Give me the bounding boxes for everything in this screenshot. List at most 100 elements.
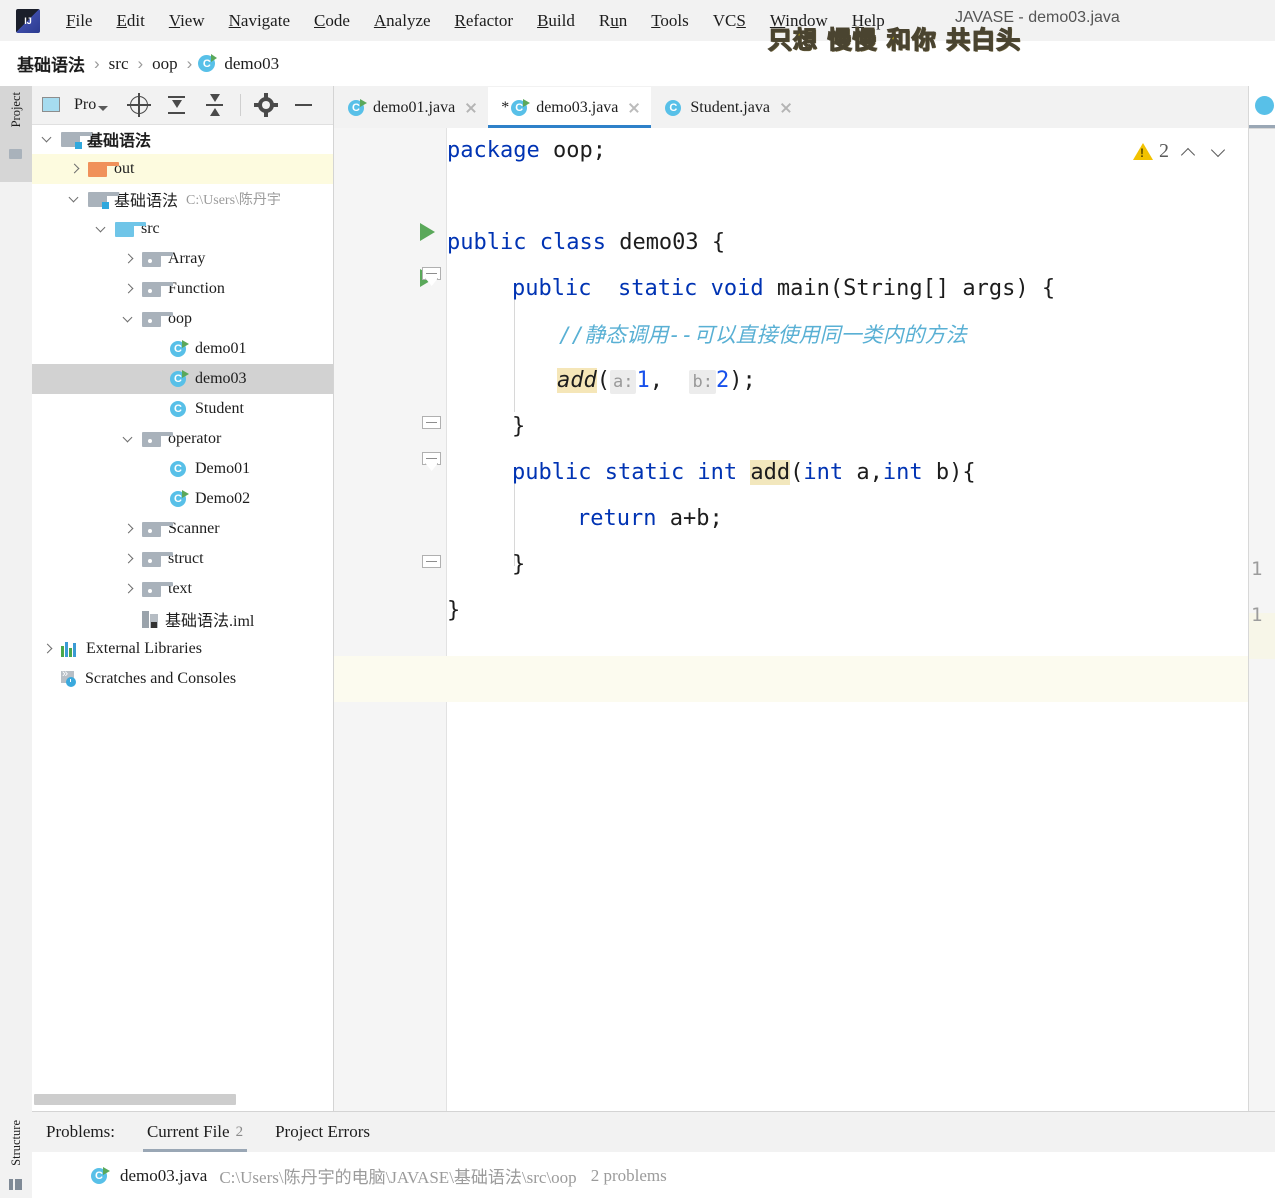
menu-edit[interactable]: Edit: [104, 11, 156, 31]
class-run-icon: [169, 370, 189, 388]
tree-spacer: [148, 461, 164, 477]
menu-refactor[interactable]: Refactor: [443, 11, 526, 31]
tree-row[interactable]: text: [32, 574, 333, 604]
problems-list[interactable]: demo03.java C:\Users\陈丹宇的电脑\JAVASE\基础语法\…: [32, 1152, 1275, 1199]
kw-int: int: [803, 460, 843, 485]
menu-tools[interactable]: Tools: [639, 11, 701, 31]
fold-marker-method[interactable]: [422, 267, 441, 287]
menu-window[interactable]: Window: [758, 11, 840, 31]
chevron-open-icon[interactable]: [121, 431, 137, 447]
chevron-closed-icon[interactable]: [121, 521, 137, 537]
tree-row[interactable]: oop: [32, 304, 333, 334]
chevron-open-icon[interactable]: [40, 131, 56, 147]
tool-window-label-structure[interactable]: Structure: [9, 1120, 24, 1166]
breadcrumb-item-3[interactable]: demo03: [221, 54, 282, 74]
tree-row[interactable]: demo01: [32, 334, 333, 364]
hide-panel-icon[interactable]: [291, 92, 317, 118]
breadcrumb-separator: ›: [88, 54, 106, 74]
toolbar-divider: [240, 94, 241, 116]
code-line-11: }: [447, 588, 460, 634]
package-icon: [142, 582, 161, 597]
tree-hscrollbar[interactable]: [34, 1094, 236, 1105]
tree-row[interactable]: 基础语法: [32, 124, 333, 154]
chevron-open-icon[interactable]: [67, 191, 83, 207]
tree-row[interactable]: 基础语法C:\Users\陈丹宇: [32, 184, 333, 214]
package-icon: [142, 282, 161, 297]
editor-tab-bar: demo01.java * demo03.java Student.java: [334, 86, 1275, 129]
tree-row-label: operator: [168, 430, 221, 448]
breadcrumb-item-2[interactable]: oop: [149, 54, 181, 74]
run-class-icon[interactable]: [420, 223, 435, 241]
chevron-closed-icon[interactable]: [40, 641, 56, 657]
tree-row[interactable]: out: [32, 154, 333, 184]
editor-tab-student[interactable]: Student.java: [651, 87, 803, 128]
expand-all-icon[interactable]: [164, 92, 190, 118]
class-run-icon: [90, 1167, 110, 1185]
class-icon: [1255, 96, 1274, 115]
chevron-open-icon[interactable]: [121, 311, 137, 327]
chevron-open-icon[interactable]: [94, 221, 110, 237]
chevron-down-icon[interactable]: [98, 106, 108, 111]
tree-row[interactable]: External Libraries: [32, 634, 333, 664]
menu-analyze[interactable]: Analyze: [362, 11, 443, 31]
source-code[interactable]: package oop; public class demo03 { publi…: [447, 128, 1275, 1111]
close-icon[interactable]: [627, 101, 641, 115]
problems-tab-current-file[interactable]: Current File 2: [147, 1112, 243, 1152]
editor-tab-demo03[interactable]: * demo03.java: [488, 87, 651, 128]
inspection-widget[interactable]: 2: [1133, 140, 1229, 163]
code-editor[interactable]: 123456789101112 package oop; pu: [334, 128, 1275, 1111]
menu-code[interactable]: Code: [302, 11, 362, 31]
prev-problem-icon[interactable]: [1179, 142, 1199, 162]
class-run-icon: [347, 99, 367, 117]
collapse-all-icon[interactable]: [202, 92, 228, 118]
chevron-closed-icon[interactable]: [121, 581, 137, 597]
problems-tab-project-errors[interactable]: Project Errors: [275, 1112, 370, 1152]
tree-row[interactable]: 基础语法.iml: [32, 604, 333, 634]
class-decl: demo03 {: [606, 230, 725, 255]
menu-view[interactable]: View: [157, 11, 217, 31]
project-view-icon[interactable]: [40, 92, 66, 118]
chevron-closed-icon[interactable]: [67, 161, 83, 177]
tree-row[interactable]: Scratches and Consoles: [32, 664, 333, 694]
class-icon: [169, 400, 189, 418]
breadcrumb-item-0[interactable]: 基础语法: [14, 51, 88, 76]
tree-row[interactable]: Array: [32, 244, 333, 274]
close-icon[interactable]: [779, 101, 793, 115]
tree-row[interactable]: src: [32, 214, 333, 244]
menu-file[interactable]: File: [54, 11, 104, 31]
brace-close: }: [512, 414, 525, 439]
project-tree[interactable]: 基础语法out基础语法C:\Users\陈丹宇srcArrayFunctiono…: [32, 124, 333, 1094]
method-name-main: main: [764, 276, 830, 301]
fold-marker-method2[interactable]: [422, 452, 441, 472]
chevron-closed-icon[interactable]: [121, 251, 137, 267]
breadcrumb-item-1[interactable]: src: [106, 54, 132, 74]
tree-row[interactable]: demo03: [32, 364, 333, 394]
fold-marker-end[interactable]: [422, 416, 441, 436]
tree-row[interactable]: struct: [32, 544, 333, 574]
fold-marker-end2[interactable]: [422, 555, 441, 575]
iml-file-icon: [142, 611, 158, 628]
locate-icon[interactable]: [126, 92, 152, 118]
tree-row[interactable]: Function: [32, 274, 333, 304]
tree-row[interactable]: Student: [32, 394, 333, 424]
close-icon[interactable]: [464, 101, 478, 115]
menu-build[interactable]: Build: [525, 11, 587, 31]
tree-row[interactable]: Demo01: [32, 454, 333, 484]
menu-vcs[interactable]: VCS: [701, 11, 758, 31]
tree-row-label: demo01: [195, 340, 247, 358]
project-folder-icon: [9, 149, 22, 159]
tree-row[interactable]: Demo02: [32, 484, 333, 514]
tree-row[interactable]: operator: [32, 424, 333, 454]
problem-file-path: C:\Users\陈丹宇的电脑\JAVASE\基础语法\src\oop: [219, 1163, 576, 1188]
kw-public-class: public class: [447, 230, 606, 255]
next-problem-icon[interactable]: [1209, 142, 1229, 162]
chevron-closed-icon[interactable]: [121, 281, 137, 297]
editor-tab-demo01[interactable]: demo01.java: [334, 87, 488, 128]
problem-file-name[interactable]: demo03.java: [120, 1166, 207, 1186]
chevron-closed-icon[interactable]: [121, 551, 137, 567]
tree-row[interactable]: Scanner: [32, 514, 333, 544]
menu-navigate[interactable]: Navigate: [217, 11, 302, 31]
settings-gear-icon[interactable]: [253, 92, 279, 118]
menu-run[interactable]: Run: [587, 11, 639, 31]
menu-help[interactable]: Help: [840, 11, 897, 31]
